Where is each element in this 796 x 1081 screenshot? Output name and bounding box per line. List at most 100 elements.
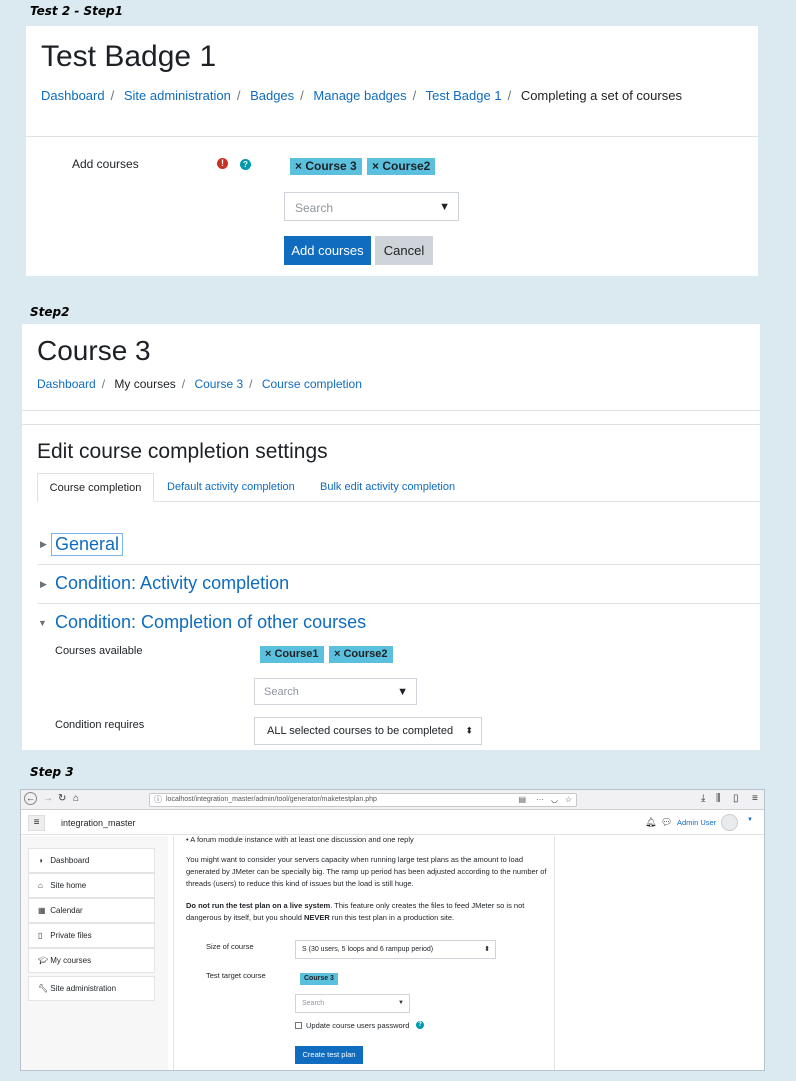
- select-updown-icon: ⬍: [465, 725, 473, 736]
- library-icon[interactable]: ⫼: [716, 793, 721, 804]
- site-name[interactable]: integration_master: [61, 818, 136, 828]
- wrench-icon: 🔧︎: [38, 984, 49, 993]
- avatar[interactable]: [721, 814, 738, 831]
- main-content: • A forum module instance with at least …: [173, 835, 555, 1070]
- reader-icon[interactable]: ▤: [518, 794, 526, 806]
- page-title: Test Badge 1: [41, 40, 217, 73]
- user-menu[interactable]: Admin User: [677, 818, 716, 827]
- divider: [26, 136, 758, 137]
- graduation-cap-icon: 🎓︎: [38, 956, 49, 965]
- breadcrumb-dashboard[interactable]: Dashboard: [41, 88, 105, 103]
- tab-course-completion[interactable]: Course completion: [37, 473, 154, 502]
- sidebar-item-my-courses[interactable]: 🎓︎ My courses: [28, 948, 155, 973]
- browser-window: ← → ↻ ⌂ ⓘ localhost/integration_master/a…: [20, 789, 765, 1071]
- search-placeholder: Search: [264, 686, 299, 698]
- page-heading: Edit course completion settings: [37, 440, 328, 463]
- selected-course-1[interactable]: × Course1: [260, 646, 324, 663]
- sidebar-item-label: My courses: [50, 956, 92, 965]
- breadcrumb-test-badge[interactable]: Test Badge 1: [426, 88, 502, 103]
- sidebar-item-dashboard[interactable]: ◑ Dashboard: [28, 848, 155, 873]
- step2-label: Step2: [30, 305, 70, 319]
- capacity-paragraph: You might want to consider your servers …: [186, 855, 547, 888]
- home-icon[interactable]: ⌂: [73, 793, 79, 804]
- pocket-icon[interactable]: ◡: [551, 794, 558, 806]
- right-column: [555, 836, 764, 1070]
- file-icon: ▯: [38, 931, 43, 940]
- divider: [22, 410, 760, 411]
- required-icon: !: [217, 158, 228, 169]
- selected-course-2[interactable]: × Course2: [329, 646, 393, 663]
- collapsed-chevron-icon: ▶: [40, 539, 47, 549]
- browser-toolbar: ← → ↻ ⌂ ⓘ localhost/integration_master/a…: [21, 790, 764, 810]
- select-updown-icon: ⬍: [484, 946, 490, 953]
- section-activity-completion[interactable]: Condition: Activity completion: [55, 573, 289, 594]
- nav-drawer: ◑ Dashboard ⌂ Site home ▦ Calendar ▯ Pri…: [21, 836, 168, 1070]
- tab-bulk-edit-activity-completion[interactable]: Bulk edit activity completion: [320, 481, 455, 493]
- bullet-item: • A forum module instance with at least …: [186, 835, 414, 844]
- sidebar-item-private-files[interactable]: ▯ Private files: [28, 923, 155, 948]
- breadcrumb-manage-badges[interactable]: Manage badges: [313, 88, 406, 103]
- messages-icon[interactable]: 💬︎: [661, 817, 672, 828]
- size-of-course-select[interactable]: S (30 users, 5 loops and 6 rampup period…: [295, 940, 496, 959]
- url-bar[interactable]: ⓘ localhost/integration_master/admin/too…: [149, 793, 577, 807]
- cancel-button[interactable]: Cancel: [375, 236, 433, 265]
- browser-menu-icon[interactable]: ≡: [752, 793, 758, 804]
- course-search-select[interactable]: Search ▼: [254, 678, 417, 705]
- update-password-label: Update course users password: [306, 1021, 410, 1030]
- dashboard-icon: ◑: [38, 856, 43, 865]
- update-password-checkbox[interactable]: [295, 1022, 302, 1029]
- sidebar-item-label: Calendar: [50, 906, 83, 915]
- step3-label: Step 3: [30, 765, 74, 779]
- breadcrumb-badges[interactable]: Badges: [250, 88, 294, 103]
- help-icon[interactable]: ?: [416, 1021, 424, 1029]
- help-icon[interactable]: ?: [240, 159, 251, 170]
- back-icon[interactable]: ←: [24, 792, 37, 805]
- size-value: S (30 users, 5 loops and 6 rampup period…: [302, 946, 434, 953]
- sidebar-item-site-home[interactable]: ⌂ Site home: [28, 873, 155, 898]
- breadcrumb-current: Completing a set of courses: [520, 88, 682, 103]
- selected-course-2[interactable]: × Course2: [367, 158, 436, 175]
- sidebar-item-calendar[interactable]: ▦ Calendar: [28, 898, 155, 923]
- search-placeholder: Search: [295, 201, 334, 215]
- course-title: Course 3: [37, 335, 151, 366]
- condition-select[interactable]: ALL selected courses to be completed ⬍: [254, 717, 482, 745]
- divider: [22, 424, 760, 425]
- sidebar-toggle-icon[interactable]: ▯: [733, 793, 739, 804]
- bookmark-star-icon[interactable]: ☆: [565, 794, 572, 806]
- notification-bell-icon[interactable]: 🔔︎: [645, 817, 656, 828]
- course-search-select[interactable]: Search ▼: [295, 994, 410, 1013]
- expanded-chevron-icon: ▼: [38, 618, 47, 628]
- selected-course-3[interactable]: × Course 3: [290, 158, 362, 175]
- search-placeholder: Search: [302, 1000, 325, 1007]
- reload-icon[interactable]: ↻: [58, 793, 66, 804]
- home-icon: ⌂: [38, 881, 43, 890]
- sidebar-item-label: Site home: [50, 881, 87, 890]
- section-general[interactable]: General: [51, 533, 124, 556]
- breadcrumb-my-courses: My courses: [114, 377, 176, 391]
- create-test-plan-button[interactable]: Create test plan: [295, 1046, 363, 1064]
- step2-panel: Course 3 Dashboard / My courses / Course 3…: [22, 324, 760, 750]
- breadcrumb: Dashboard / Site administration / Badges / …: [41, 88, 682, 103]
- breadcrumb-course-3[interactable]: Course 3: [194, 377, 243, 391]
- breadcrumb-site-administration[interactable]: Site administration: [124, 88, 231, 103]
- size-of-course-label: Size of course: [206, 942, 254, 951]
- add-courses-button[interactable]: Add courses: [284, 236, 371, 265]
- forward-icon[interactable]: →: [43, 793, 53, 804]
- sidebar-item-site-administration[interactable]: 🔧︎ Site administration: [28, 976, 155, 1001]
- selected-target-course[interactable]: Course 3: [300, 973, 338, 985]
- breadcrumb-course-completion[interactable]: Course completion: [262, 377, 362, 391]
- course-search-select[interactable]: Search ▼: [284, 192, 459, 221]
- tab-default-activity-completion[interactable]: Default activity completion: [167, 481, 295, 493]
- test-target-course-label: Test target course: [206, 971, 266, 980]
- section-other-courses[interactable]: Condition: Completion of other courses: [55, 612, 366, 633]
- info-icon: ⓘ: [154, 795, 162, 804]
- chevron-down-icon[interactable]: ▼: [747, 817, 753, 823]
- breadcrumb-dashboard[interactable]: Dashboard: [37, 377, 96, 391]
- drawer-toggle-button[interactable]: ≡: [28, 815, 45, 831]
- step1-panel: Test Badge 1 Dashboard / Site administrat…: [26, 26, 758, 276]
- download-icon[interactable]: ⤓: [701, 793, 705, 804]
- collapsed-chevron-icon: ▶: [40, 579, 47, 589]
- sidebar-item-label: Site administration: [50, 984, 117, 993]
- divider: [37, 564, 760, 565]
- more-icon[interactable]: ···: [536, 794, 544, 806]
